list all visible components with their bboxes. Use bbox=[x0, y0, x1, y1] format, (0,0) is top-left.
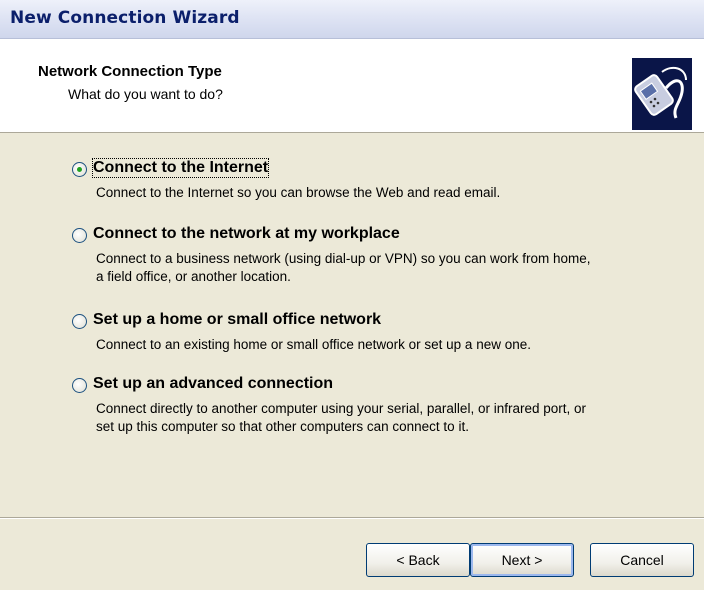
page-subtitle: What do you want to do? bbox=[68, 86, 223, 102]
radio-selected-dot bbox=[77, 167, 82, 172]
description-line: a field office, or another location. bbox=[96, 269, 291, 284]
option-description: Connect to the Internet so you can brows… bbox=[96, 184, 500, 202]
radio-connect-internet[interactable] bbox=[72, 162, 87, 177]
cancel-button[interactable]: Cancel bbox=[590, 543, 694, 577]
option-label[interactable]: Connect to the Internet bbox=[91, 158, 270, 178]
connection-wizard-icon bbox=[632, 58, 692, 130]
page-title: Network Connection Type bbox=[38, 63, 222, 80]
description-line: set up this computer so that other compu… bbox=[96, 419, 469, 434]
option-description: Connect directly to another computer usi… bbox=[96, 400, 586, 436]
window-title: New Connection Wizard bbox=[10, 8, 240, 28]
option-label[interactable]: Set up an advanced connection bbox=[93, 375, 333, 393]
title-bar[interactable]: New Connection Wizard bbox=[0, 0, 704, 39]
description-line: Connect to an existing home or small off… bbox=[96, 337, 531, 352]
new-connection-wizard-window: New Connection Wizard Network Connection… bbox=[0, 0, 704, 590]
back-button[interactable]: < Back bbox=[366, 543, 470, 577]
radio-advanced-connection[interactable] bbox=[72, 378, 87, 393]
description-line: Connect directly to another computer usi… bbox=[96, 401, 586, 416]
wizard-header: Network Connection Type What do you want… bbox=[0, 39, 704, 133]
option-description: Connect to an existing home or small off… bbox=[96, 336, 531, 354]
description-line: Connect to a business network (using dia… bbox=[96, 251, 591, 266]
option-label[interactable]: Set up a home or small office network bbox=[93, 311, 381, 329]
radio-connect-workplace[interactable] bbox=[72, 228, 87, 243]
option-description: Connect to a business network (using dia… bbox=[96, 250, 590, 286]
button-separator bbox=[0, 517, 704, 519]
radio-home-office-network[interactable] bbox=[72, 314, 87, 329]
description-line: Connect to the Internet so you can brows… bbox=[96, 185, 501, 200]
next-button[interactable]: Next > bbox=[470, 543, 574, 577]
option-label[interactable]: Connect to the network at my workplace bbox=[93, 225, 400, 243]
